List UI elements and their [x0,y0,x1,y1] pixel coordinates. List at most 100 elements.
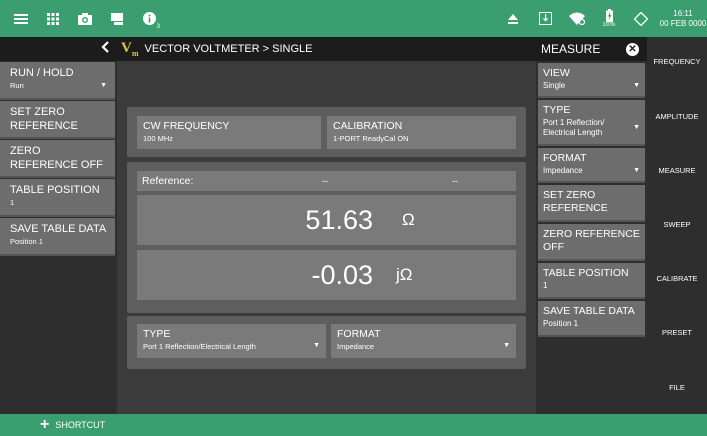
battery-level-label: 100% [602,22,616,28]
reference-row: Reference: -- -- [137,171,516,191]
menu-zero-reference-off-button[interactable]: ZERO REFERENCE OFF [538,224,645,261]
type-dropdown[interactable]: TYPE Port 1 Reflection/Electrical Length… [137,324,326,358]
menu-table-position-label: TABLE POSITION [543,267,629,279]
main-menu-nav: FREQUENCY AMPLITUDE MEASURE SWEEP CALIBR… [647,37,707,414]
shortcut-button[interactable]: + SHORTCUT [40,416,105,434]
close-icon[interactable]: ✕ [626,42,639,56]
set-zero-reference-label: SET ZERO REFERENCE [10,106,78,132]
menu-table-position-button[interactable]: TABLE POSITION 1 [538,263,645,299]
download-icon[interactable] [531,6,559,32]
format-menu-dropdown[interactable]: FORMAT Impedance ▼ [538,148,645,183]
dropdown-caret-icon: ▼ [633,167,640,174]
zero-reference-off-button[interactable]: ZERO REFERENCE OFF [0,140,115,178]
real-unit: Ω [402,210,415,229]
nav-file[interactable]: FILE [647,383,707,392]
format-menu-value: Impedance [543,166,583,175]
dropdown-caret-icon: ▼ [633,82,640,89]
breadcrumb: VECTOR VOLTMETER > SINGLE [144,43,313,55]
view-header: Vm VECTOR VOLTMETER > SINGLE [117,37,536,61]
nav-measure[interactable]: MEASURE [647,166,707,175]
vector-voltmeter-logo-icon: Vm [121,40,139,58]
bottom-bar: + SHORTCUT [0,414,707,436]
reference-label: Reference: [142,175,194,187]
calibration-value: 1-PORT ReadyCal ON [333,134,409,143]
hamburger-menu-icon[interactable] [8,6,34,32]
nav-preset[interactable]: PRESET [647,328,707,337]
left-quick-panel: RUN / HOLD Run ▼ SET ZERO REFERENCE ZERO … [0,37,117,414]
top-status-bar: 3 100% 16:11 00 FEB 0000 [0,0,707,37]
eject-icon[interactable] [499,6,527,32]
type-menu-dropdown[interactable]: TYPE Port 1 Reflection/ Electrical Lengt… [538,100,645,146]
format-label: FORMAT [337,328,381,340]
nav-amplitude[interactable]: AMPLITUDE [647,112,707,121]
chevron-left-icon [101,40,109,58]
cw-frequency-label: CW FREQUENCY [143,120,230,132]
battery-icon: 100% [595,6,623,32]
measurement-view: Vm VECTOR VOLTMETER > SINGLE CW FREQUENC… [117,37,536,414]
imaginary-value: -0.03 [311,259,373,290]
menu-save-table-data-label: SAVE TABLE DATA [543,305,635,317]
gps-locate-icon[interactable] [627,6,655,32]
collapse-panel-button[interactable] [0,37,117,61]
calibration-label: CALIBRATION [333,120,403,132]
type-menu-value: Port 1 Reflection/ Electrical Length [543,118,605,137]
imaginary-unit: jΩ [396,265,413,284]
menu-set-zero-reference-label: SET ZERO REFERENCE [543,189,608,214]
type-menu-label: TYPE [543,104,571,116]
type-label: TYPE [143,328,171,340]
plus-icon: + [40,416,50,433]
clock-readout: 16:11 00 FEB 0000 [659,9,707,29]
settings-card: CW FREQUENCY 100 MHz CALIBRATION 1-PORT … [127,107,526,157]
menu-save-table-data-value: Position 1 [543,319,579,328]
readout-card: Reference: -- -- 51.63 Ω -0.03 jΩ [127,162,526,313]
camera-icon[interactable] [72,6,98,32]
grid-apps-icon[interactable] [40,6,66,32]
cw-frequency-value: 100 MHz [143,134,174,143]
nav-frequency[interactable]: FREQUENCY [647,57,707,66]
menu-set-zero-reference-button[interactable]: SET ZERO REFERENCE [538,185,645,222]
real-value: 51.63 [305,204,373,235]
measurement-type-card: TYPE Port 1 Reflection/Electrical Length… [127,316,526,369]
type-value: Port 1 Reflection/Electrical Length [143,342,256,351]
cw-frequency-field[interactable]: CW FREQUENCY 100 MHz [137,116,321,149]
menu-zero-reference-off-label: ZERO REFERENCE OFF [543,228,640,253]
view-dropdown[interactable]: VIEW Single ▼ [538,63,645,98]
shortcut-label: SHORTCUT [55,420,106,430]
toolbar-left: 3 [0,6,162,32]
wifi-settings-icon[interactable] [563,6,591,32]
toolbar-right: 100% 16:11 00 FEB 0000 [495,0,707,37]
calibration-field[interactable]: CALIBRATION 1-PORT ReadyCal ON [327,116,516,149]
zero-reference-off-label: ZERO REFERENCE OFF [10,145,103,171]
menu-save-table-data-button[interactable]: SAVE TABLE DATA Position 1 [538,301,645,337]
measure-menu-header: MEASURE ✕ [536,37,647,61]
format-dropdown[interactable]: FORMAT Impedance ▼ [331,324,516,358]
save-table-data-button[interactable]: SAVE TABLE DATA Position 1 [0,218,115,256]
nav-sweep[interactable]: SWEEP [647,220,707,229]
imaginary-value-box: -0.03 jΩ [137,250,516,300]
measure-menu-title: MEASURE [541,42,601,56]
screen-save-icon[interactable] [104,6,130,32]
nav-calibrate[interactable]: CALIBRATE [647,274,707,283]
run-hold-value: Run [10,81,24,90]
set-zero-reference-button[interactable]: SET ZERO REFERENCE [0,101,115,139]
view-label: VIEW [543,67,570,79]
measure-menu-panel: MEASURE ✕ VIEW Single ▼ TYPE Port 1 Refle… [536,37,647,414]
run-hold-label: RUN / HOLD [10,67,74,79]
clock-date: 00 FEB 0000 [659,18,707,28]
save-table-data-label: SAVE TABLE DATA [10,223,107,235]
dropdown-caret-icon: ▼ [313,342,320,349]
reference-value-1: -- [322,176,328,186]
real-value-box: 51.63 Ω [137,195,516,245]
dropdown-caret-icon: ▼ [503,342,510,349]
format-menu-label: FORMAT [543,152,587,164]
table-position-label: TABLE POSITION [10,184,100,196]
dropdown-caret-icon: ▼ [100,81,107,89]
dropdown-caret-icon: ▼ [633,124,640,131]
menu-table-position-value: 1 [543,281,548,290]
format-value: Impedance [337,342,375,351]
notification-count-badge: 3 [156,23,160,30]
table-position-button[interactable]: TABLE POSITION 1 [0,179,115,217]
clock-time: 16:11 [673,8,693,18]
info-notification-icon[interactable]: 3 [136,6,162,32]
run-hold-button[interactable]: RUN / HOLD Run ▼ [0,62,115,100]
